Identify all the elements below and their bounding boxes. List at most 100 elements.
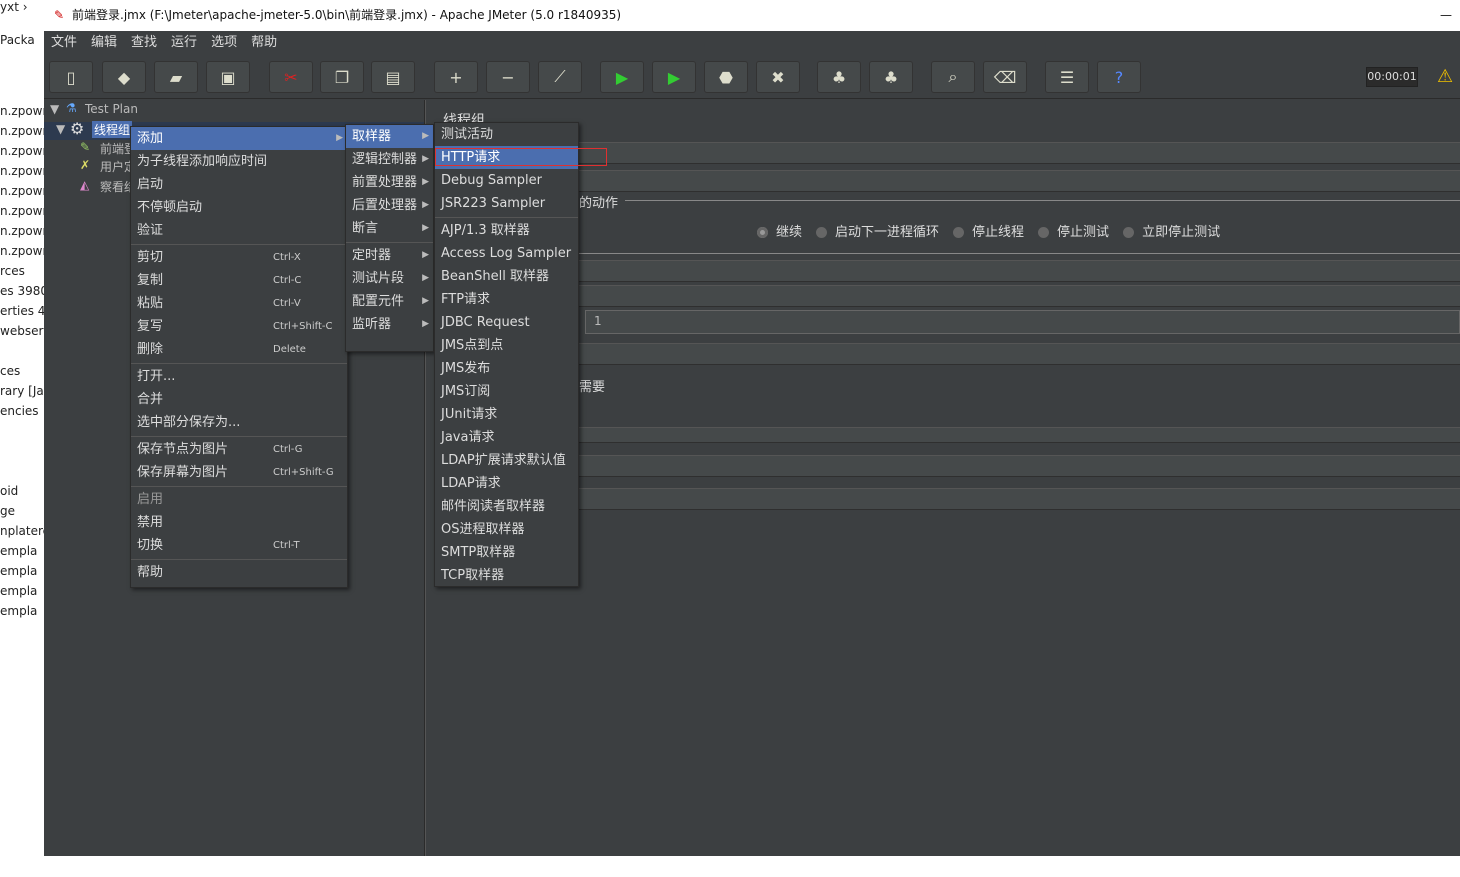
tree-node-thread-group[interactable]: 线程组: [92, 121, 133, 138]
expand-icon[interactable]: ▼: [50, 102, 59, 116]
menu-item[interactable]: 测试活动: [435, 123, 578, 146]
toggle-button[interactable]: ⟋: [538, 61, 582, 93]
loop-count-input[interactable]: 1: [585, 310, 1460, 334]
menu-item[interactable]: 定时器 ▶: [346, 244, 433, 267]
start-no-pause-icon: ▶: [667, 67, 681, 87]
search-button[interactable]: ⌕: [931, 61, 975, 93]
menu-item[interactable]: 选中部分保存为...: [131, 411, 347, 434]
menu-item[interactable]: SMTP取样器: [435, 541, 578, 564]
menu-4[interactable]: 选项: [211, 35, 237, 50]
menu-item[interactable]: 删除 Delete: [131, 338, 347, 361]
menu-5[interactable]: 帮助: [251, 35, 277, 50]
save-button[interactable]: ▣: [206, 61, 250, 93]
clear-button[interactable]: ♣: [817, 61, 861, 93]
expand-button[interactable]: +: [434, 61, 478, 93]
menu-item[interactable]: 粘贴 Ctrl-V: [131, 292, 347, 315]
menu-item[interactable]: 帮助: [131, 561, 347, 584]
menu-item-label: Debug Sampler: [441, 173, 542, 188]
menu-item[interactable]: 取样器 ▶: [346, 125, 433, 148]
menu-item[interactable]: 启动: [131, 173, 347, 196]
help-button[interactable]: ?: [1097, 61, 1141, 93]
menu-item[interactable]: 断言 ▶: [346, 217, 433, 240]
menu-item[interactable]: BeanShell 取样器: [435, 265, 578, 288]
radio-button[interactable]: [816, 227, 828, 238]
delay-field[interactable]: [578, 488, 1460, 510]
function-helper-button[interactable]: ☰: [1045, 61, 1089, 93]
radio-button[interactable]: [953, 227, 965, 238]
radio-button[interactable]: [1123, 227, 1135, 238]
menu-item[interactable]: LDAP扩展请求默认值: [435, 449, 578, 472]
name-field[interactable]: [578, 142, 1460, 164]
menu-item[interactable]: 打开...: [131, 365, 347, 388]
menu-item[interactable]: 启用: [131, 488, 347, 511]
stop-button[interactable]: ⬣: [704, 61, 748, 93]
menu-item[interactable]: 逻辑控制器 ▶: [346, 148, 433, 171]
warning-icon[interactable]: ⚠: [1437, 66, 1453, 87]
menu-item[interactable]: 为子线程添加响应时间: [131, 150, 347, 173]
collapse-button[interactable]: −: [486, 61, 530, 93]
menu-item[interactable]: 不停顿启动: [131, 196, 347, 219]
menu-item[interactable]: 复写 Ctrl+Shift-C: [131, 315, 347, 338]
cut-button[interactable]: ✂: [269, 61, 313, 93]
menu-item[interactable]: 测试片段 ▶: [346, 267, 433, 290]
clear-all-button[interactable]: ♣: [869, 61, 913, 93]
menu-item[interactable]: 合并: [131, 388, 347, 411]
menu-item[interactable]: 配置元件 ▶: [346, 290, 433, 313]
menu-item[interactable]: 保存屏幕为图片 Ctrl+Shift-G: [131, 461, 347, 484]
menu-item[interactable]: 验证: [131, 219, 347, 242]
tree-node-test-plan[interactable]: Test Plan: [85, 102, 138, 116]
menu-item[interactable]: Access Log Sampler: [435, 242, 578, 265]
menu-item[interactable]: Debug Sampler: [435, 169, 578, 192]
menu-item[interactable]: JMS点到点: [435, 334, 578, 357]
menu-item[interactable]: JDBC Request: [435, 311, 578, 334]
menu-item[interactable]: 保存节点为图片 Ctrl-G: [131, 438, 347, 461]
menu-item[interactable]: FTP请求: [435, 288, 578, 311]
menu-3[interactable]: 运行: [171, 35, 197, 50]
radio-button[interactable]: [1038, 227, 1050, 238]
ramp-up-field[interactable]: [578, 285, 1460, 307]
menu-item[interactable]: 切换 Ctrl-T: [131, 534, 347, 557]
menu-item[interactable]: 剪切 Ctrl-X: [131, 246, 347, 269]
menu-item[interactable]: 禁用: [131, 511, 347, 534]
radio-label[interactable]: 停止测试: [1057, 225, 1109, 240]
comment-field[interactable]: [578, 170, 1460, 192]
menu-item[interactable]: 复制 Ctrl-C: [131, 269, 347, 292]
radio-label[interactable]: 停止线程: [972, 225, 1024, 240]
copy-button[interactable]: ❐: [320, 61, 364, 93]
menu-item[interactable]: JSR223 Sampler: [435, 192, 578, 215]
menu-item[interactable]: AJP/1.3 取样器: [435, 219, 578, 242]
menu-item[interactable]: 添加 ▶: [131, 127, 347, 150]
radio-button[interactable]: [757, 227, 768, 238]
menu-item[interactable]: 前置处理器 ▶: [346, 171, 433, 194]
menu-1[interactable]: 编辑: [91, 35, 117, 50]
radio-label[interactable]: 启动下一进程循环: [835, 225, 939, 240]
shutdown-button[interactable]: ✖: [756, 61, 800, 93]
menu-item[interactable]: JMS订阅: [435, 380, 578, 403]
templates-button[interactable]: ◆: [102, 61, 146, 93]
menu-item[interactable]: 邮件阅读者取样器: [435, 495, 578, 518]
menu-item[interactable]: 监听器 ▶: [346, 313, 433, 336]
new-button[interactable]: ▯: [49, 61, 93, 93]
menu-0[interactable]: 文件: [51, 35, 77, 50]
reset-search-button[interactable]: ⌫: [983, 61, 1027, 93]
menu-item[interactable]: JMS发布: [435, 357, 578, 380]
menu-2[interactable]: 查找: [131, 35, 157, 50]
menu-item[interactable]: LDAP请求: [435, 472, 578, 495]
option-field[interactable]: [578, 343, 1460, 365]
expand-icon[interactable]: ▼: [56, 122, 65, 136]
radio-label[interactable]: 继续: [776, 225, 802, 240]
menu-item[interactable]: JUnit请求: [435, 403, 578, 426]
background-ide-text: empla: [0, 584, 38, 598]
threads-field[interactable]: [578, 260, 1460, 282]
radio-label[interactable]: 立即停止测试: [1142, 225, 1220, 240]
minimize-button[interactable]: —: [1440, 0, 1452, 31]
menu-item[interactable]: OS进程取样器: [435, 518, 578, 541]
menu-item[interactable]: Java请求: [435, 426, 578, 449]
start-button[interactable]: ▶: [600, 61, 644, 93]
paste-button[interactable]: ▤: [371, 61, 415, 93]
menu-item[interactable]: TCP取样器: [435, 564, 578, 587]
open-button[interactable]: ▰: [154, 61, 198, 93]
duration-field[interactable]: [578, 455, 1460, 477]
menu-item[interactable]: 后置处理器 ▶: [346, 194, 433, 217]
start-no-pause-button[interactable]: ▶: [652, 61, 696, 93]
